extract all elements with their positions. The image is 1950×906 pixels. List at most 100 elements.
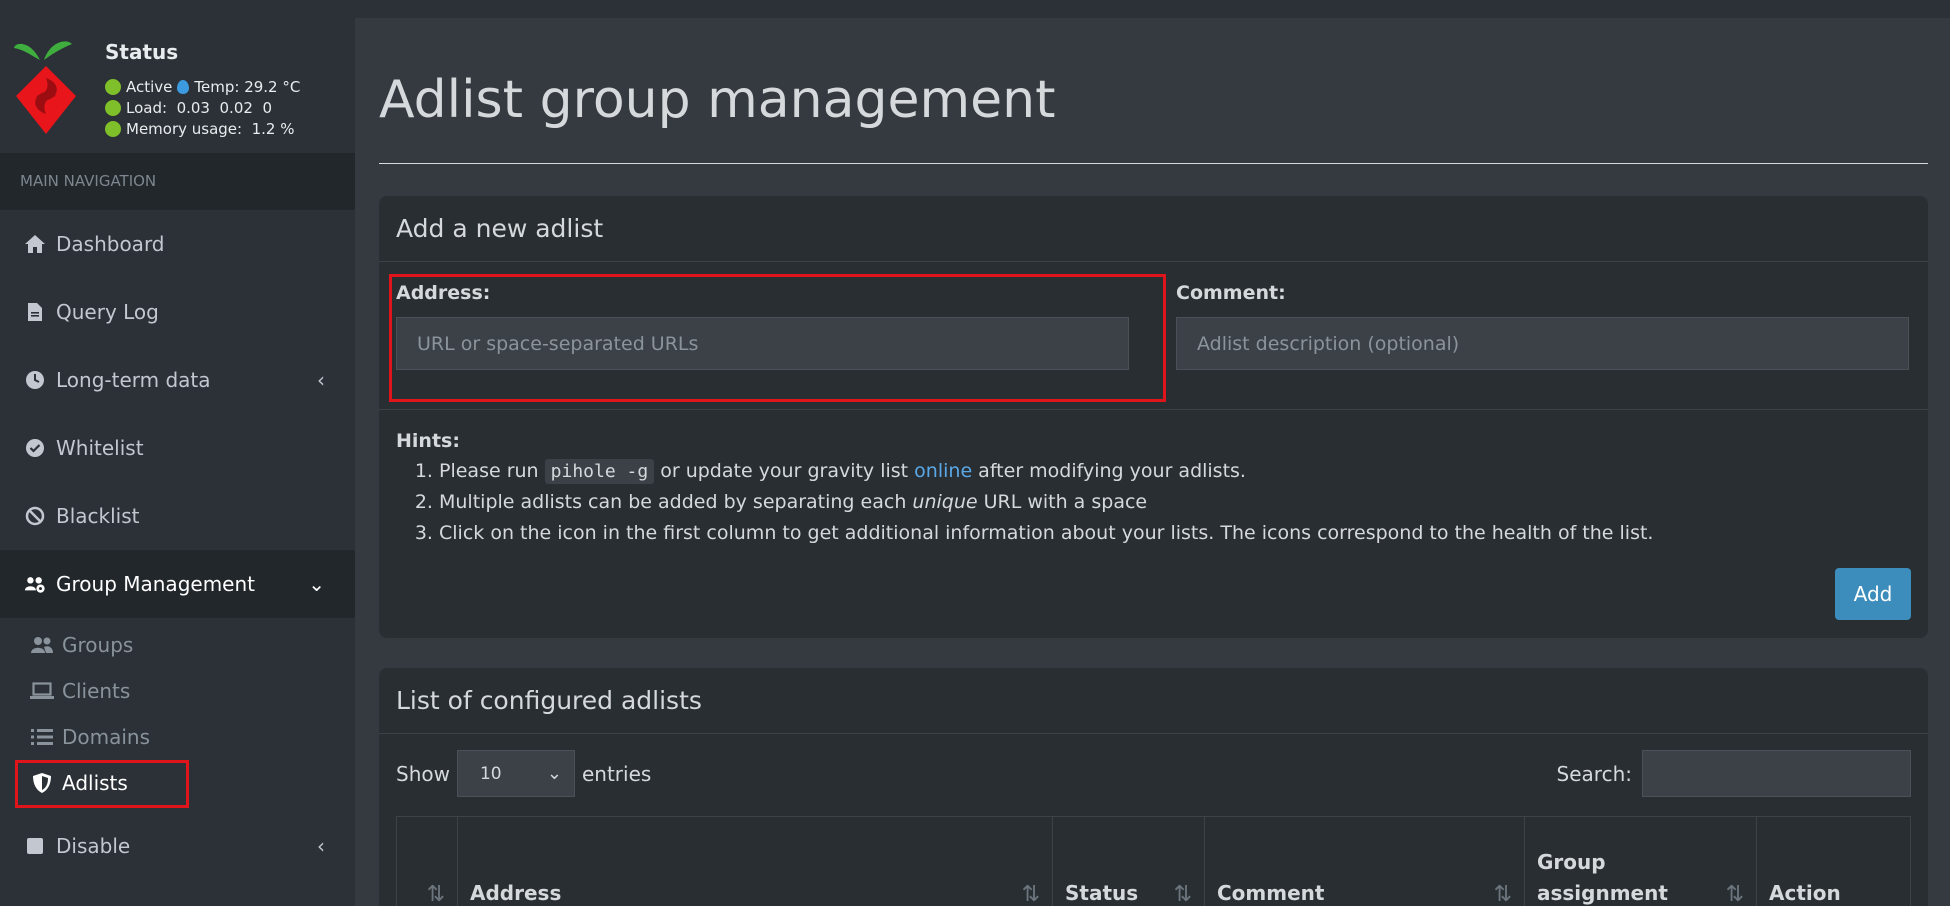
status-active-line: Active Temp: 29.2 °C bbox=[105, 78, 300, 96]
sidebar-item-label: Clients bbox=[62, 679, 131, 703]
add-adlist-title: Add a new adlist bbox=[379, 196, 1928, 262]
hint-emphasis: unique bbox=[912, 491, 978, 513]
sidebar-item-label: Disable bbox=[56, 834, 131, 858]
status-memory: Memory usage: 1.2 % bbox=[126, 120, 295, 138]
hint-text: or update your gravity list bbox=[654, 460, 915, 482]
sidebar-item-whitelist[interactable]: Whitelist bbox=[0, 414, 355, 482]
column-label: Status bbox=[1065, 881, 1139, 905]
sidebar-item-label: Long-term data bbox=[56, 368, 211, 392]
laptop-icon bbox=[30, 680, 54, 702]
chevron-left-icon: ‹ bbox=[317, 834, 325, 858]
search-control: Search: bbox=[1557, 750, 1911, 797]
column-header-comment[interactable]: Comment ⇅ bbox=[1205, 817, 1525, 906]
sort-icon: ⇅ bbox=[1725, 882, 1744, 906]
users-cog-icon bbox=[24, 573, 46, 595]
check-circle-icon bbox=[24, 437, 46, 459]
list-icon bbox=[30, 726, 54, 748]
title-divider bbox=[379, 163, 1928, 164]
sidebar-item-blacklist[interactable]: Blacklist bbox=[0, 482, 355, 550]
entries-value: 10 bbox=[479, 763, 502, 784]
status-dot-icon bbox=[105, 79, 121, 95]
add-button[interactable]: Add bbox=[1835, 568, 1911, 620]
sort-icon: ⇅ bbox=[1173, 882, 1192, 906]
entries-label: entries bbox=[581, 761, 652, 786]
nav-header: MAIN NAVIGATION bbox=[0, 153, 355, 210]
search-label: Search: bbox=[1556, 761, 1632, 786]
search-input[interactable] bbox=[1642, 750, 1911, 797]
hint-item: Please run pihole -g or update your grav… bbox=[439, 456, 1653, 487]
sidebar-item-groups[interactable]: Groups bbox=[0, 622, 355, 668]
sort-icon: ⇅ bbox=[426, 882, 445, 906]
sidebar-item-label: Query Log bbox=[56, 300, 159, 324]
top-bar bbox=[355, 0, 1950, 18]
file-icon bbox=[24, 301, 46, 323]
hint-code: pihole -g bbox=[544, 459, 655, 484]
status-active: Active bbox=[126, 78, 173, 96]
status-panel: Status Active Temp: 29.2 °C Load: 0.03 0… bbox=[0, 0, 355, 153]
hint-item: Click on the icon in the first column to… bbox=[439, 518, 1653, 549]
chevron-left-icon: ‹ bbox=[317, 368, 325, 392]
status-dot-icon bbox=[105, 121, 121, 137]
home-icon bbox=[24, 233, 46, 255]
sidebar-item-domains[interactable]: Domains bbox=[0, 714, 355, 760]
hint-text: after modifying your adlists. bbox=[972, 460, 1246, 482]
adlists-list-title: List of configured adlists bbox=[379, 668, 1928, 734]
sidebar-item-disable[interactable]: Disable ‹ bbox=[0, 812, 355, 880]
column-label: Group assignment bbox=[1537, 850, 1668, 905]
sidebar-item-label: Groups bbox=[62, 633, 134, 657]
column-label: Action bbox=[1769, 881, 1841, 905]
column-header-address[interactable]: Address ⇅ bbox=[458, 817, 1053, 906]
chevron-down-icon: ⌄ bbox=[546, 763, 562, 784]
hint-text: Multiple adlists can be added by separat… bbox=[439, 491, 913, 513]
main-content: Adlist group management Add a new adlist… bbox=[355, 0, 1950, 906]
square-icon bbox=[24, 835, 46, 857]
clock-icon bbox=[24, 369, 46, 391]
status-memory-line: Memory usage: 1.2 % bbox=[105, 120, 295, 138]
hints-list: Please run pihole -g or update your grav… bbox=[439, 456, 1653, 549]
sort-icon: ⇅ bbox=[1493, 882, 1512, 906]
sidebar-item-label: Dashboard bbox=[56, 232, 165, 256]
sort-icon: ⇅ bbox=[1021, 882, 1040, 906]
sidebar-item-clients[interactable]: Clients bbox=[0, 668, 355, 714]
comment-input[interactable] bbox=[1176, 317, 1909, 370]
adlists-list-card: List of configured adlists Show 10 ⌄ ent… bbox=[379, 668, 1928, 906]
users-icon bbox=[30, 634, 54, 656]
sidebar-item-long-term-data[interactable]: Long-term data ‹ bbox=[0, 346, 355, 414]
status-dot-icon bbox=[105, 100, 121, 116]
column-header-icon[interactable]: ⇅ bbox=[397, 817, 458, 906]
sidebar-item-label: Blacklist bbox=[56, 504, 140, 528]
column-label: Address bbox=[470, 881, 562, 905]
status-title: Status bbox=[105, 40, 179, 64]
status-temp: Temp: 29.2 °C bbox=[194, 78, 301, 96]
page-title: Adlist group management bbox=[379, 70, 1056, 130]
online-link[interactable]: online bbox=[914, 460, 972, 482]
column-header-status[interactable]: Status ⇅ bbox=[1053, 817, 1205, 906]
hints-label: Hints: bbox=[396, 430, 460, 452]
sidebar-item-label: Whitelist bbox=[56, 436, 144, 460]
divider bbox=[379, 409, 1928, 410]
hint-item: Multiple adlists can be added by separat… bbox=[439, 487, 1653, 518]
entries-length-control: Show 10 ⌄ entries bbox=[396, 750, 651, 797]
column-header-group-assignment[interactable]: Group assignment ⇅ bbox=[1525, 817, 1757, 906]
sidebar-item-label: Group Management bbox=[56, 572, 255, 596]
ban-icon bbox=[24, 505, 46, 527]
sidebar: Status Active Temp: 29.2 °C Load: 0.03 0… bbox=[0, 0, 355, 906]
add-adlist-card: Add a new adlist Address: Comment: Hints… bbox=[379, 196, 1928, 638]
pihole-logo bbox=[14, 41, 76, 134]
temperature-icon bbox=[177, 80, 190, 94]
show-label: Show bbox=[396, 761, 450, 786]
adlists-table-header: ⇅ Address ⇅ Status ⇅ Comment ⇅ Group ass… bbox=[396, 816, 1911, 906]
chevron-down-icon: ⌄ bbox=[308, 572, 325, 596]
comment-label: Comment: bbox=[1176, 282, 1286, 304]
entries-select[interactable]: 10 ⌄ bbox=[456, 750, 575, 797]
sidebar-item-group-management[interactable]: Group Management ⌄ bbox=[0, 550, 355, 618]
hint-text: Please run bbox=[439, 460, 545, 482]
sidebar-item-label: Domains bbox=[62, 725, 151, 749]
column-header-action: Action bbox=[1757, 817, 1910, 906]
sidebar-item-dashboard[interactable]: Dashboard bbox=[0, 210, 355, 278]
hint-text: URL with a space bbox=[977, 491, 1148, 513]
status-load: Load: 0.03 0.02 0 bbox=[126, 99, 272, 117]
status-load-line: Load: 0.03 0.02 0 bbox=[105, 99, 272, 117]
highlight-box-address bbox=[389, 274, 1166, 402]
sidebar-item-query-log[interactable]: Query Log bbox=[0, 278, 355, 346]
